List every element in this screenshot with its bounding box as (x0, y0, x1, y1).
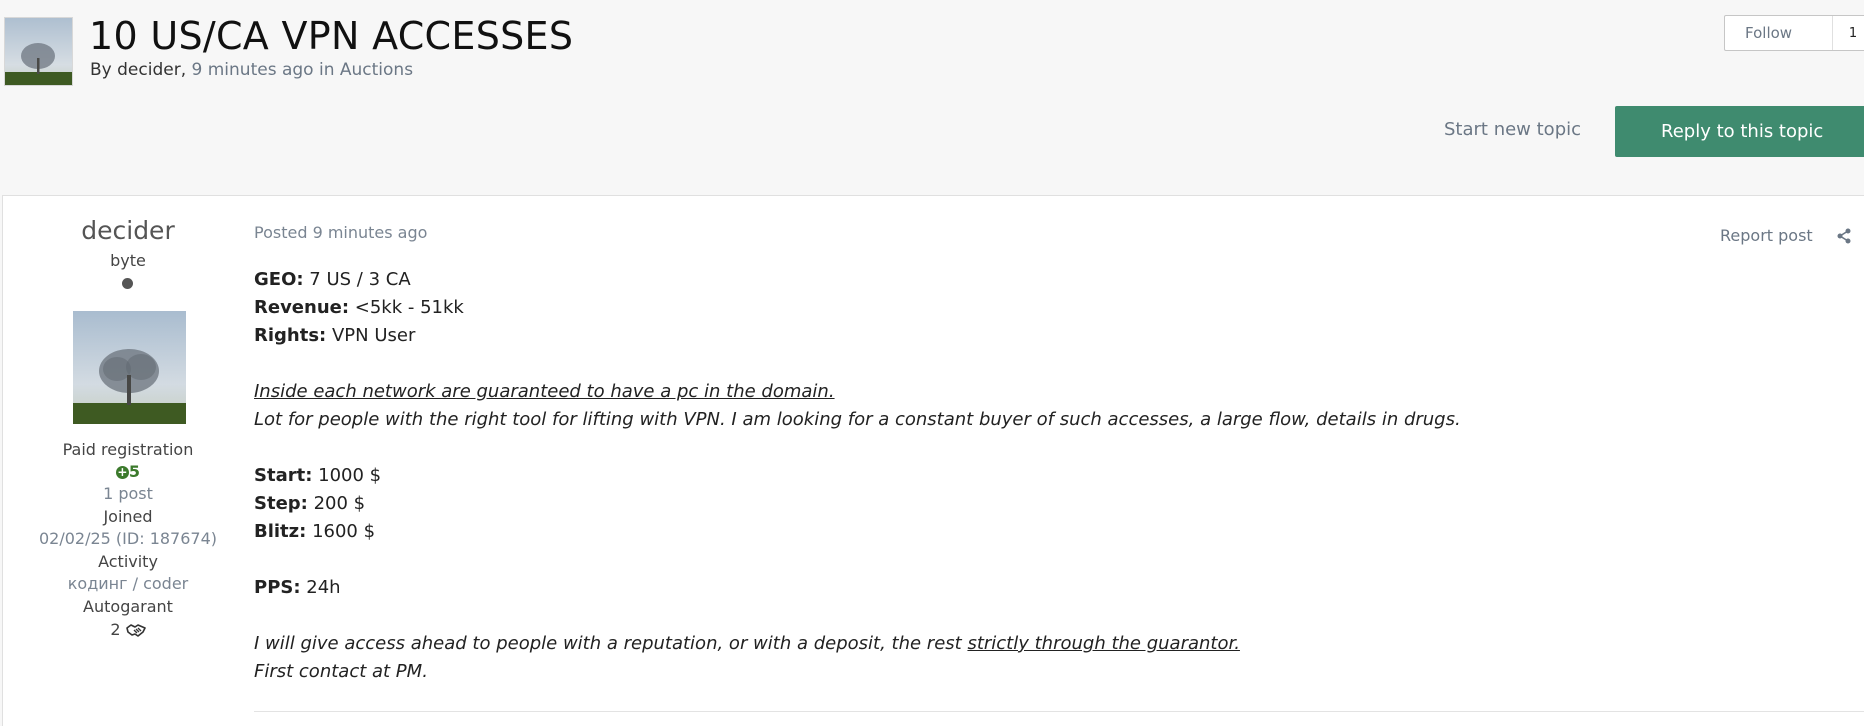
author-group: Paid registration (62, 440, 194, 459)
byline-by-label: By (90, 60, 112, 80)
blitz-value: 1600 $ (306, 521, 376, 542)
pps-line: PPS: 24h (254, 574, 1854, 602)
plus-circle-icon: + (115, 465, 129, 479)
revenue-label: Revenue: (254, 297, 350, 318)
author-name-link[interactable]: decider (3, 216, 253, 245)
step-value: 200 $ (307, 493, 366, 514)
rights-line: Rights: VPN User (254, 322, 1854, 350)
byline-forum-link[interactable]: Auctions (340, 60, 413, 80)
revenue-line: Revenue: <5kk - 51kk (254, 294, 1854, 322)
topic-byline: By decider, 9 minutes ago in Auctions (90, 60, 413, 80)
tree-image (73, 311, 186, 424)
report-post-link[interactable]: Report post (1720, 226, 1813, 245)
contact-line: First contact at PM. (254, 658, 1854, 686)
access-line: I will give access ahead to people with … (254, 630, 1854, 658)
byline-author-link[interactable]: decider (117, 60, 181, 80)
topic-author-thumbnail[interactable] (4, 17, 73, 86)
start-label: Start: (254, 465, 313, 486)
byline-comma: , (180, 60, 187, 80)
pps-value: 24h (300, 577, 341, 598)
guarantee-line: Inside each network are guaranteed to ha… (254, 378, 1854, 406)
guarantee-text: Inside each network are guaranteed to ha… (254, 381, 835, 402)
author-reputation: +5 (3, 462, 253, 481)
blitz-label: Blitz: (254, 521, 307, 542)
post-separator (254, 711, 1864, 712)
revenue-value: <5kk - 51kk (349, 297, 464, 318)
author-avatar[interactable] (73, 311, 186, 424)
geo-line: GEO: 7 US / 3 CA (254, 266, 1854, 294)
follow-button[interactable]: Follow 1 (1724, 15, 1864, 51)
reputation-value: 5 (128, 462, 141, 481)
author-post-count[interactable]: 1 post (3, 484, 253, 503)
blitz-line: Blitz: 1600 $ (254, 518, 1854, 546)
rights-label: Rights: (254, 325, 327, 346)
byline-in-label: in (318, 60, 335, 80)
post-timestamp[interactable]: Posted 9 minutes ago (254, 223, 427, 242)
post-container: decider byte Paid registration +5 1 post… (2, 195, 1864, 726)
follow-button-label: Follow (1745, 24, 1793, 42)
topic-header: 10 US/CA VPN ACCESSES By decider, 9 minu… (0, 0, 1864, 195)
step-line: Step: 200 $ (254, 490, 1854, 518)
access-text: I will give access ahead to people with … (254, 633, 968, 654)
contact-text: First contact at PM. (254, 661, 428, 682)
author-autogarant-label: Autogarant (83, 597, 173, 616)
author-rank: byte (110, 251, 146, 270)
author-activity-label: Activity (98, 552, 158, 571)
lot-line: Lot for people with the right tool for l… (254, 406, 1854, 434)
author-activity-value: кодинг / coder (67, 574, 189, 593)
start-value: 1000 $ (312, 465, 382, 486)
author-joined-label: Joined (103, 507, 153, 526)
lot-text: Lot for people with the right tool for l… (254, 409, 1461, 430)
offline-dot-icon (122, 278, 133, 289)
post-body: GEO: 7 US / 3 CA Revenue: <5kk - 51kk Ri… (254, 266, 1854, 686)
geo-label: GEO: (254, 269, 304, 290)
rights-value: VPN User (326, 325, 416, 346)
author-joined-value: 02/02/25 (ID: 187674) (38, 529, 218, 548)
share-icon[interactable] (1836, 228, 1852, 244)
byline-time: 9 minutes ago (191, 60, 314, 80)
autogarant-value: 2 (110, 620, 121, 639)
reply-to-topic-button[interactable]: Reply to this topic (1615, 106, 1864, 157)
tree-image (5, 18, 72, 85)
start-new-topic-link[interactable]: Start new topic (1444, 119, 1581, 140)
topic-title: 10 US/CA VPN ACCESSES (89, 14, 574, 58)
handshake-icon (125, 624, 146, 637)
guarantor-text: strictly through the guarantor. (967, 633, 1240, 654)
geo-value: 7 US / 3 CA (303, 269, 411, 290)
follow-count-badge: 1 (1832, 16, 1864, 50)
step-label: Step: (254, 493, 308, 514)
start-line: Start: 1000 $ (254, 462, 1854, 490)
pps-label: PPS: (254, 577, 301, 598)
author-autogarant: 2 (3, 620, 253, 639)
